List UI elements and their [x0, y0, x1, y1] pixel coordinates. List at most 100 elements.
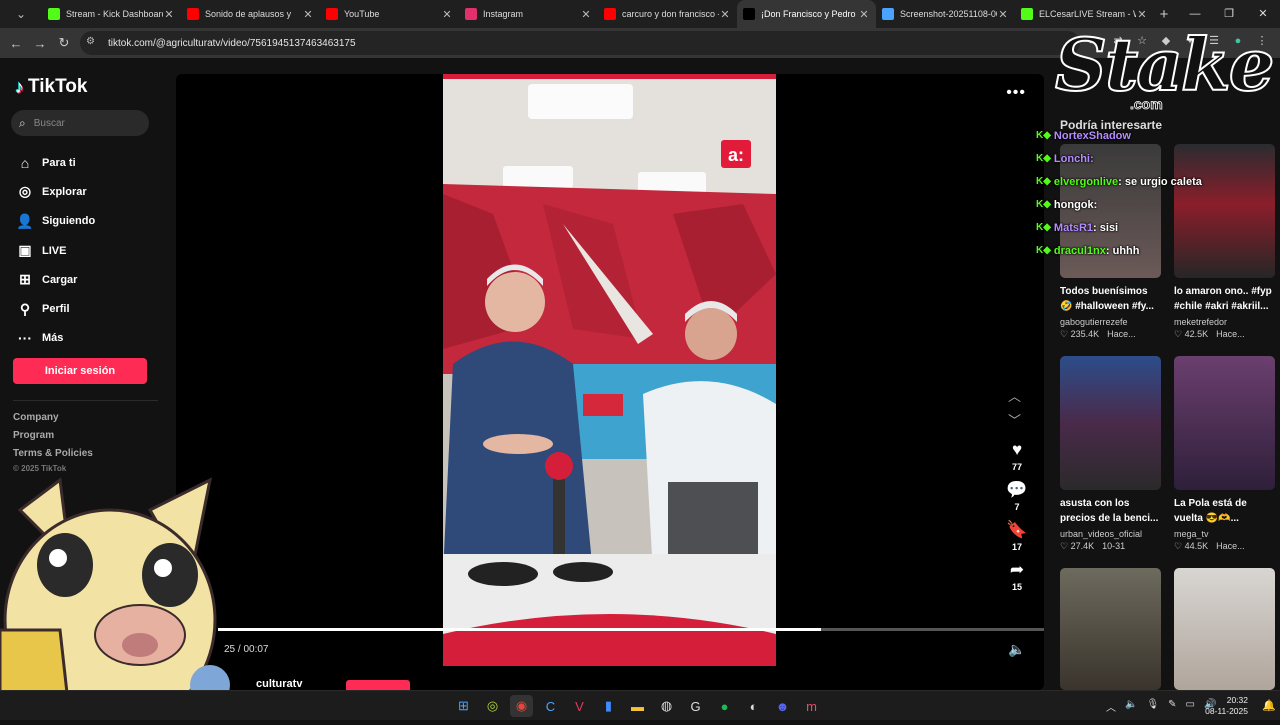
- video-player[interactable]: a:: [443, 74, 776, 666]
- app-doc-icon[interactable]: ▮: [597, 695, 620, 717]
- chat-username[interactable]: MatsR1: [1054, 222, 1093, 234]
- volume-icon[interactable]: 🔈: [1008, 641, 1025, 658]
- card-username[interactable]: gabogutierrezefe: [1060, 317, 1161, 327]
- close-tab-icon[interactable]: ✕: [719, 8, 731, 21]
- like-action[interactable]: ♥ 77: [1002, 440, 1032, 472]
- system-tray: ︿ 🔈 🎙 ✎ ▭ 🔊: [1106, 699, 1216, 714]
- cat-mascot-overlay: [0, 470, 232, 725]
- app-g-icon[interactable]: G: [684, 695, 707, 717]
- address-bar[interactable]: ⚙ tiktok.com/@agriculturatv/video/756194…: [80, 31, 1080, 55]
- heart-icon: ♥: [1011, 440, 1023, 459]
- close-tab-icon[interactable]: ✕: [858, 8, 870, 21]
- card-username[interactable]: urban_videos_oficial: [1060, 529, 1161, 539]
- heart-outline-icon: ♡ 44.5K: [1174, 541, 1209, 551]
- kick-badge-icon: K◆: [1036, 222, 1051, 233]
- sidebar-item-label: Cargar: [42, 273, 78, 286]
- sidebar-item-explorar[interactable]: ◎ Explorar: [15, 177, 95, 206]
- network-icon[interactable]: ▭: [1186, 699, 1195, 714]
- card-date: Hace...: [1107, 329, 1136, 339]
- save-action[interactable]: 🔖 17: [1002, 520, 1032, 552]
- chat-username[interactable]: hongok: [1054, 199, 1094, 211]
- browser-tab[interactable]: Stream - Kick Dashboard ✕: [42, 0, 181, 28]
- system-clock[interactable]: 20:32 08-11-2025: [1204, 695, 1248, 717]
- app-c-icon[interactable]: C: [539, 695, 562, 717]
- sidebar-item-cargar[interactable]: ⊞ Cargar: [15, 265, 95, 294]
- follow-button[interactable]: [346, 680, 410, 690]
- chat-username[interactable]: NortexShadow: [1054, 130, 1131, 142]
- compass-icon: ◎: [18, 183, 32, 200]
- card-likes: 44.5K: [1184, 541, 1209, 551]
- new-tab-button[interactable]: +: [1154, 6, 1174, 23]
- video-author[interactable]: culturatv: [256, 678, 302, 690]
- mic-icon[interactable]: 🎙: [1146, 699, 1159, 714]
- close-tab-icon[interactable]: ✕: [1136, 8, 1148, 21]
- sidebar-item-perfil[interactable]: ⚲ Perfil: [15, 294, 95, 323]
- tab-title: ¡Don Francisco y Pedro C: [761, 9, 858, 19]
- recommended-video-card[interactable]: [1174, 568, 1275, 690]
- tab-title: Screenshot-20251108-00: [900, 9, 997, 19]
- video-progress-bar[interactable]: [218, 628, 1044, 631]
- tray-overflow-icon[interactable]: ︿: [1106, 699, 1116, 714]
- recommended-video-card[interactable]: [1060, 568, 1161, 690]
- video-thumbnail: [1060, 356, 1161, 490]
- tab-title: YouTube: [344, 9, 380, 19]
- next-video-icon[interactable]: ﹀: [1008, 410, 1021, 429]
- login-button[interactable]: Iniciar sesión: [13, 358, 147, 384]
- sidebar-item-para-ti[interactable]: ⌂ Para ti: [15, 148, 95, 177]
- speaker-icon[interactable]: 🔈: [1125, 699, 1137, 714]
- previous-video-icon[interactable]: ︿: [1008, 386, 1021, 405]
- browser-tab[interactable]: YouTube ✕: [320, 0, 459, 28]
- share-action[interactable]: ➦ 15: [1002, 560, 1032, 592]
- app-m-icon[interactable]: m: [800, 695, 823, 717]
- back-icon[interactable]: ←: [4, 36, 28, 51]
- sidebar-item-live[interactable]: ▣ LIVE: [15, 236, 95, 265]
- spotify-icon[interactable]: ●: [713, 695, 736, 717]
- chrome-icon[interactable]: ◉: [510, 695, 533, 717]
- sidebar-nav: ⌂ Para ti ◎ Explorar 👤 Siguiendo ▣ LIVE ⊞ Cargar ⚲…: [15, 148, 95, 353]
- site-info-icon[interactable]: ⚙: [86, 36, 100, 50]
- sidebar-item-label: Para ti: [42, 156, 76, 169]
- kick-icon: [1021, 8, 1033, 20]
- share-icon: ➦: [1009, 560, 1025, 579]
- card-username[interactable]: meketrefedor: [1174, 317, 1275, 327]
- file-explorer-icon[interactable]: ▬: [626, 695, 649, 717]
- close-tab-icon[interactable]: ✕: [997, 8, 1009, 21]
- app-v-icon[interactable]: V: [568, 695, 591, 717]
- notifications-icon[interactable]: 🔔: [1262, 699, 1276, 712]
- chat-username[interactable]: elvergonlive: [1054, 176, 1118, 188]
- sidebar-item-más[interactable]: ··· Más: [15, 324, 95, 353]
- close-tab-icon[interactable]: ✕: [580, 8, 592, 21]
- tiktok-note-icon: ♪: [15, 76, 24, 97]
- close-tab-icon[interactable]: ✕: [163, 8, 175, 21]
- chat-username[interactable]: Lonchi:: [1054, 153, 1094, 165]
- close-tab-icon[interactable]: ✕: [441, 8, 453, 21]
- sidebar-item-siguiendo[interactable]: 👤 Siguiendo: [15, 207, 95, 236]
- recommended-video-card[interactable]: asusta con los precios de la benci... urb…: [1060, 356, 1161, 552]
- tab-search-icon[interactable]: ⌄: [0, 0, 42, 28]
- browser-tab[interactable]: Sonido de aplausos y ✕: [181, 0, 320, 28]
- tiktok-logo[interactable]: ♪ TikTok: [15, 76, 87, 98]
- windows-start-icon[interactable]: ⊞: [452, 695, 475, 717]
- browser-tab[interactable]: Screenshot-20251108-00 ✕: [876, 0, 1015, 28]
- more-options-icon[interactable]: •••: [1006, 84, 1026, 102]
- obs-icon[interactable]: ◍: [655, 695, 678, 717]
- browser-tab[interactable]: Instagram ✕: [459, 0, 598, 28]
- chat-text: : sisi: [1093, 221, 1119, 234]
- xbox-icon[interactable]: ◎: [481, 695, 504, 717]
- card-title-line: La Pola está de: [1174, 498, 1247, 509]
- steam-icon[interactable]: ◐: [742, 695, 765, 717]
- pen-icon[interactable]: ✎: [1168, 699, 1176, 714]
- close-tab-icon[interactable]: ✕: [302, 8, 314, 21]
- card-username[interactable]: mega_tv: [1174, 529, 1275, 539]
- footer-link-company[interactable]: Company: [13, 412, 93, 430]
- comment-action[interactable]: 💬 7: [1002, 480, 1032, 512]
- recommended-video-card[interactable]: La Pola está de vuelta 😎🫶... mega_tv ♡ 44…: [1174, 356, 1275, 552]
- browser-tab[interactable]: ¡Don Francisco y Pedro C ✕: [737, 0, 876, 28]
- browser-tab[interactable]: carcuro y don francisco - ✕: [598, 0, 737, 28]
- search-input[interactable]: ⌕ Buscar: [11, 110, 149, 136]
- discord-icon[interactable]: ☻: [771, 695, 794, 717]
- chat-username[interactable]: dracul1nx: [1054, 245, 1106, 257]
- reload-icon[interactable]: ↻: [52, 35, 76, 51]
- footer-link-program[interactable]: Program: [13, 430, 93, 448]
- forward-icon[interactable]: →: [28, 36, 52, 51]
